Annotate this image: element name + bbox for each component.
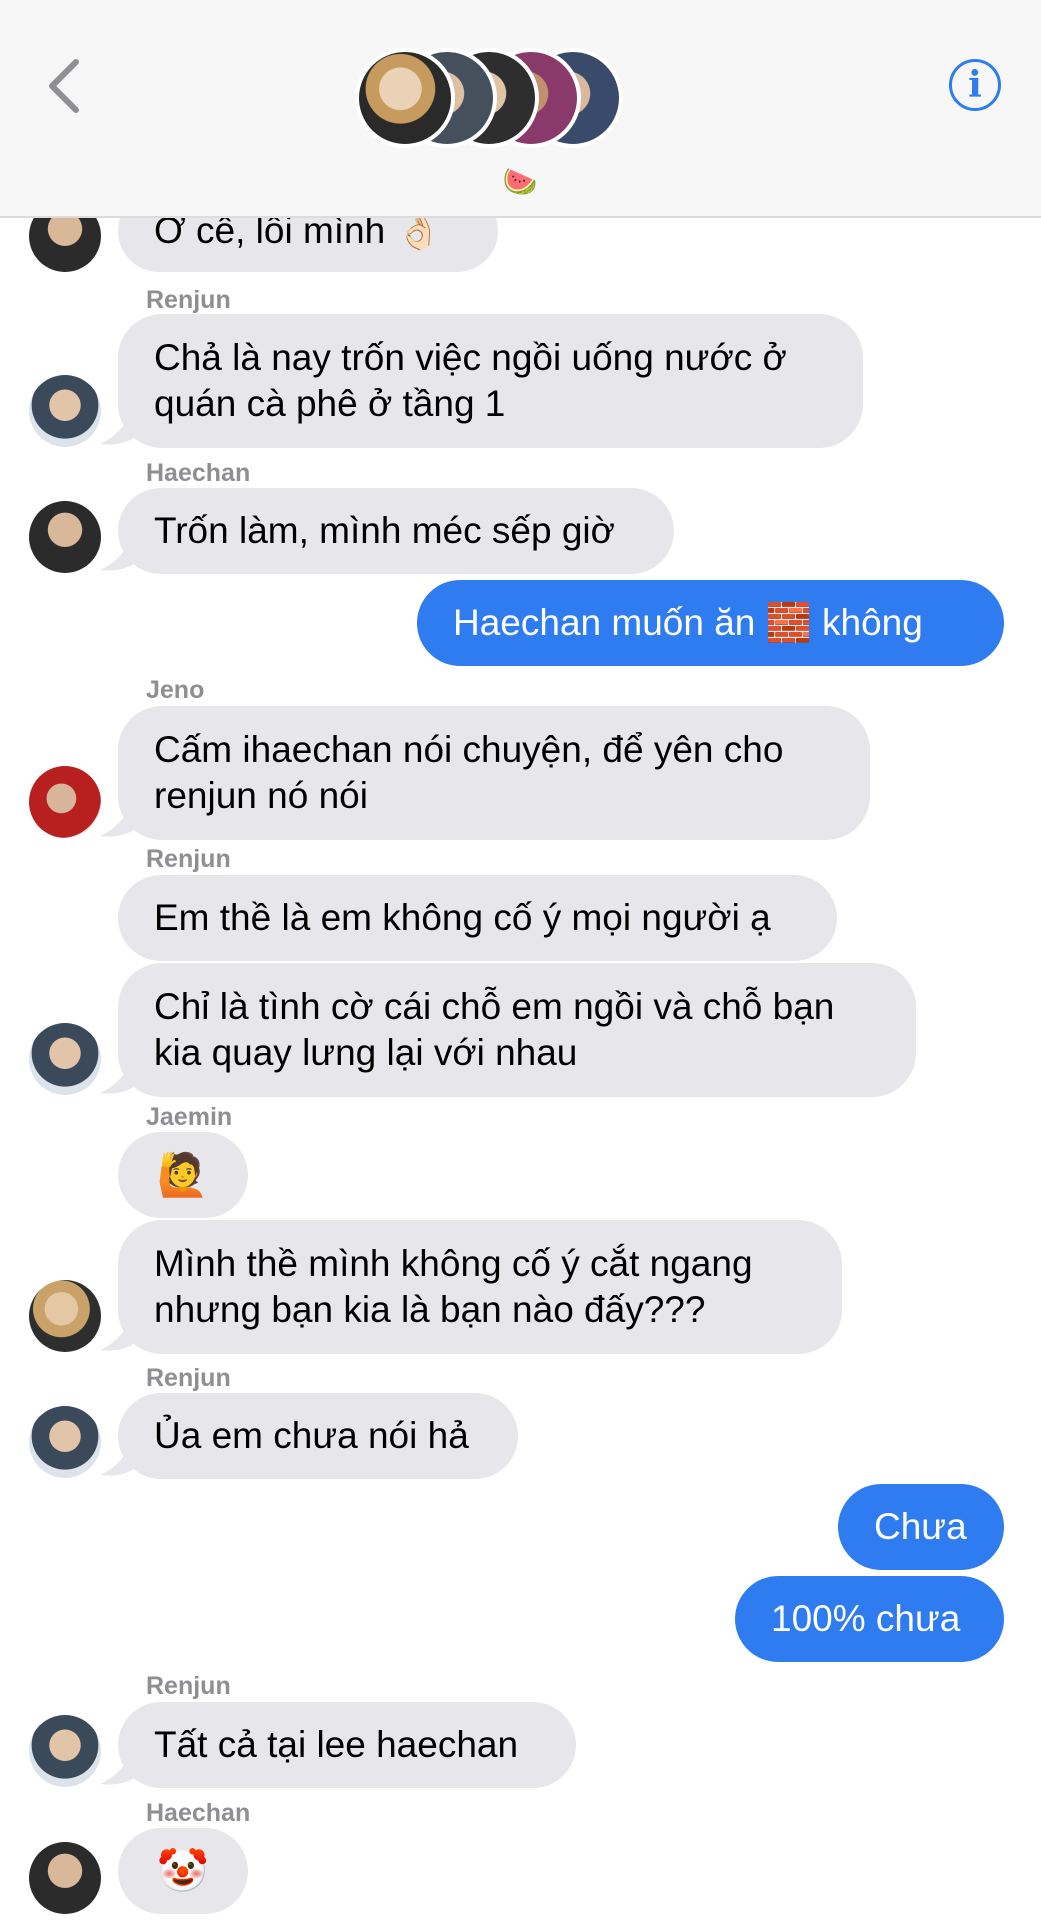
sender-name: Renjun (146, 1672, 231, 1700)
message-bubble-outgoing[interactable]: Haechan muốn ăn 🧱 không (417, 580, 1004, 666)
avatar-jaemin[interactable] (29, 1280, 101, 1352)
avatar-renjun[interactable] (29, 1023, 101, 1095)
avatar-haechan[interactable] (29, 1842, 101, 1914)
message-bubble-incoming[interactable]: 🤡 (118, 1828, 248, 1914)
avatar-renjun[interactable] (29, 375, 101, 447)
message-bubble-outgoing[interactable]: Chưa (838, 1484, 1004, 1570)
sender-name: Renjun (146, 286, 231, 314)
bubble-tail (100, 406, 136, 445)
message-bubble-incoming[interactable]: Tất cả tại lee haechan (118, 1702, 576, 1788)
message-bubble-incoming[interactable]: 🙋 (118, 1132, 248, 1218)
info-button[interactable]: i (949, 59, 1001, 111)
message-bubble-incoming[interactable]: Em thề là em không cố ý mọi người ạ (118, 875, 837, 961)
sender-name: Haechan (146, 459, 251, 487)
sender-name: Renjun (146, 1364, 231, 1392)
sender-name: Renjun (146, 845, 231, 873)
bubble-tail (100, 532, 136, 571)
sender-name: Jaemin (146, 1103, 233, 1131)
avatar-renjun[interactable] (29, 1715, 101, 1787)
avatar-jeno[interactable] (29, 766, 101, 838)
message-bubble-incoming[interactable]: Trốn làm, mình méc sếp giờ (118, 488, 674, 574)
bubble-tail (100, 1437, 136, 1476)
back-button[interactable] (42, 56, 86, 116)
message-bubble-incoming[interactable]: Ủa em chưa nói hả (118, 1393, 518, 1479)
message-bubble-incoming[interactable]: Chỉ là tình cờ cái chỗ em ngồi và chỗ bạ… (118, 963, 916, 1097)
chevron-left-icon (49, 59, 79, 113)
sender-name: Haechan (146, 1799, 251, 1827)
bubble-tail (100, 1055, 136, 1094)
message-bubble-incoming[interactable]: Mình thề mình không cố ý cắt ngang nhưng… (118, 1220, 842, 1354)
message-bubble-incoming[interactable]: Chả là nay trốn việc ngồi uống nước ở qu… (118, 314, 863, 448)
group-avatar-stack[interactable] (355, 48, 625, 152)
info-icon: i (968, 64, 982, 106)
group-member-avatar (355, 48, 455, 148)
message-bubble-incoming[interactable]: Cấm ihaechan nói chuyện, để yên cho renj… (118, 706, 870, 840)
sender-name: Jeno (146, 676, 205, 704)
chat-header: 🍉 i (0, 0, 1041, 218)
group-emoji: 🍉 (502, 165, 538, 198)
avatar-renjun[interactable] (29, 1406, 101, 1478)
message-bubble-outgoing[interactable]: 100% chưa (735, 1576, 1004, 1662)
avatar-haechan[interactable] (29, 501, 101, 573)
bubble-tail (100, 1746, 136, 1785)
bubble-tail (100, 798, 136, 837)
bubble-tail (100, 1312, 136, 1351)
